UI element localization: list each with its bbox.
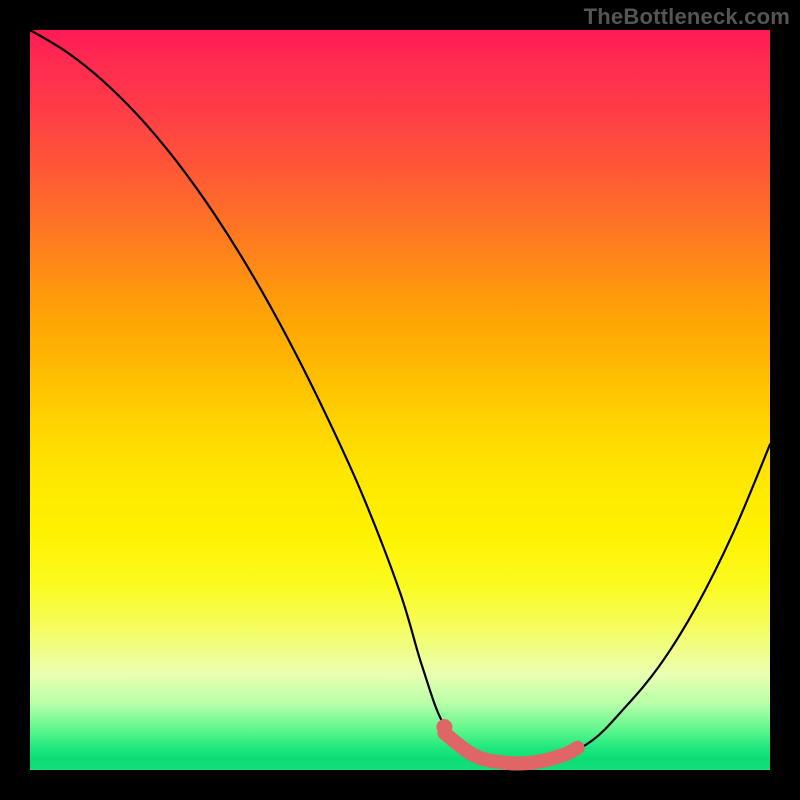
watermark-text: TheBottleneck.com (584, 4, 790, 30)
optimal-zone-start-dot (436, 719, 452, 735)
optimal-zone-path (444, 733, 577, 764)
chart-frame: TheBottleneck.com (0, 0, 800, 800)
plot-area (30, 30, 770, 770)
chart-svg (30, 30, 770, 770)
bottleneck-curve-path (30, 30, 770, 764)
